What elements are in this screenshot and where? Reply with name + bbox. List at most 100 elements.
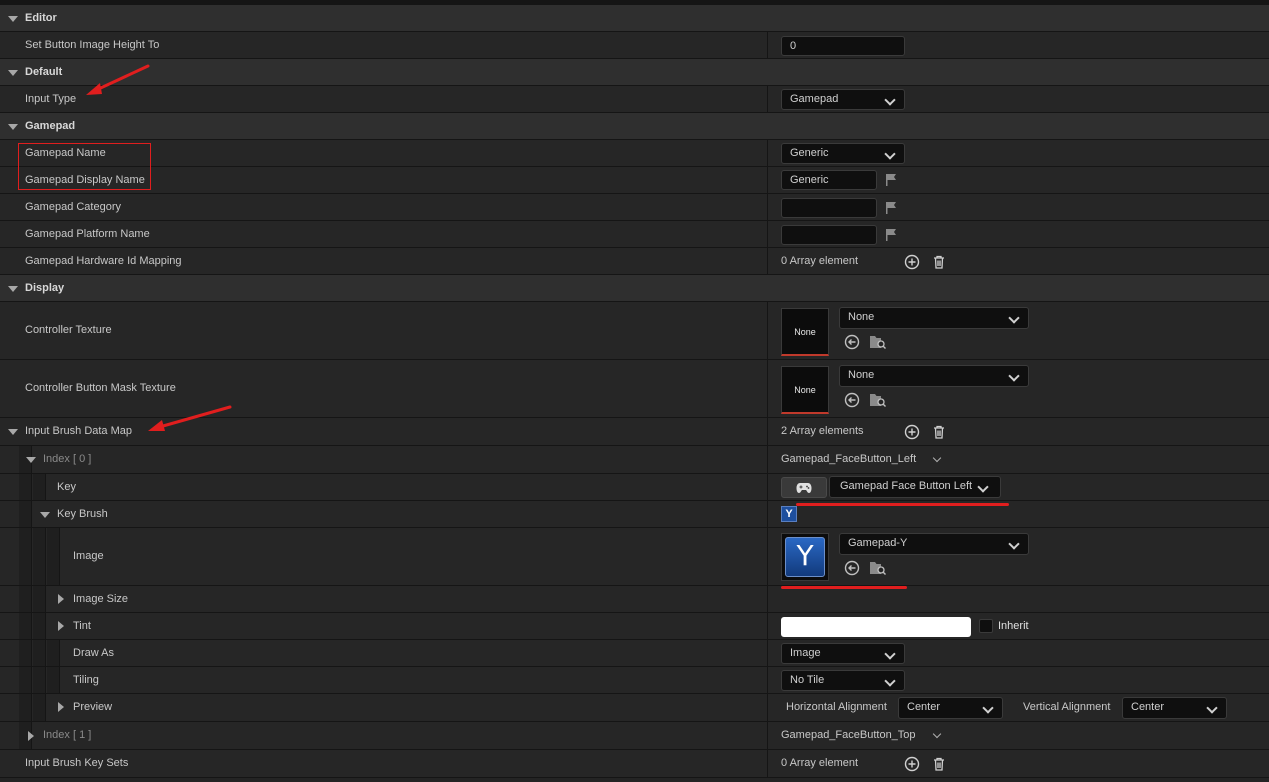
- expand-arrow-icon[interactable]: [8, 16, 18, 22]
- add-element-icon[interactable]: [904, 254, 920, 270]
- chevron-down-icon: [1008, 538, 1020, 550]
- gamepad-display-name-input[interactable]: Generic: [781, 170, 877, 190]
- expand-arrow-icon[interactable]: [8, 124, 18, 130]
- vertical-alignment-label: Vertical Alignment: [1023, 701, 1111, 713]
- dropdown-value: Image: [790, 647, 821, 659]
- browse-asset-icon[interactable]: [869, 392, 887, 408]
- browse-asset-icon[interactable]: [869, 334, 887, 350]
- map-entry-index-1[interactable]: Index [ 1 ] Gamepad_FaceButton_Top: [0, 722, 1269, 750]
- chevron-down-icon: [1206, 702, 1218, 714]
- category-gamepad[interactable]: Gamepad: [0, 113, 1269, 140]
- category-label: Editor: [25, 12, 57, 24]
- texture-thumbnail[interactable]: None: [781, 308, 829, 356]
- expand-arrow-icon[interactable]: [8, 70, 18, 76]
- image-thumbnail[interactable]: Y: [781, 533, 829, 581]
- localization-flag-icon[interactable]: [884, 201, 898, 215]
- prop-label: Draw As: [73, 647, 114, 659]
- prop-gamepad-hw-id-mapping: Gamepad Hardware Id Mapping 0 Array elem…: [0, 248, 1269, 275]
- prop-label: Key: [57, 481, 76, 493]
- chevron-down-icon[interactable]: [932, 453, 942, 463]
- tint-color-swatch[interactable]: [781, 617, 971, 637]
- category-label: Default: [25, 66, 63, 78]
- expand-arrow-icon[interactable]: [58, 594, 64, 604]
- expand-arrow-icon[interactable]: [26, 457, 36, 463]
- texture-thumbnail[interactable]: None: [781, 366, 829, 414]
- chevron-down-icon: [884, 648, 896, 660]
- chevron-down-icon: [1008, 312, 1020, 324]
- key-selector-button[interactable]: [781, 477, 827, 498]
- expand-arrow-icon[interactable]: [58, 621, 64, 631]
- gamepad-name-dropdown[interactable]: Generic: [781, 143, 905, 164]
- trash-icon[interactable]: [931, 254, 947, 270]
- category-default[interactable]: Default: [0, 59, 1269, 86]
- image-height-input[interactable]: 0: [781, 36, 905, 56]
- prop-preview[interactable]: Preview Horizontal Alignment Center Vert…: [0, 694, 1269, 722]
- use-selected-asset-icon[interactable]: [844, 334, 860, 350]
- category-editor[interactable]: Editor: [0, 5, 1269, 32]
- image-asset-dropdown[interactable]: Gamepad-Y: [839, 533, 1029, 555]
- draw-as-dropdown[interactable]: Image: [781, 643, 905, 664]
- localization-flag-icon[interactable]: [884, 228, 898, 242]
- array-count: 2 Array elements: [781, 425, 864, 437]
- prop-tint[interactable]: Tint Inherit: [0, 613, 1269, 640]
- dropdown-value: None: [848, 369, 875, 381]
- map-key-value[interactable]: Gamepad_FaceButton_Left: [781, 453, 916, 465]
- category-display[interactable]: Display: [0, 275, 1269, 302]
- prop-image: Image Y Gamepad-Y: [0, 528, 1269, 586]
- browse-asset-icon[interactable]: [869, 560, 887, 576]
- chevron-down-icon: [884, 675, 896, 687]
- prop-key-brush[interactable]: Key Brush Y: [0, 501, 1269, 528]
- prop-draw-as: Draw As Image: [0, 640, 1269, 667]
- localization-flag-icon[interactable]: [884, 173, 898, 187]
- expand-arrow-icon[interactable]: [40, 512, 50, 518]
- gamepad-platform-name-input[interactable]: [781, 225, 877, 245]
- map-key-value[interactable]: Gamepad_FaceButton_Top: [781, 729, 916, 741]
- trash-icon[interactable]: [931, 424, 947, 440]
- dropdown-value: Center: [907, 701, 941, 713]
- chevron-down-icon: [884, 148, 896, 160]
- prop-image-size[interactable]: Image Size: [0, 586, 1269, 613]
- dropdown-value: Gamepad: [790, 93, 839, 105]
- expand-arrow-icon[interactable]: [8, 286, 18, 292]
- prop-label: Gamepad Platform Name: [25, 228, 150, 240]
- index-label: Index [ 0 ]: [43, 453, 92, 465]
- use-selected-asset-icon[interactable]: [844, 560, 860, 576]
- vertical-alignment-dropdown[interactable]: Center: [1122, 697, 1227, 719]
- tiling-dropdown[interactable]: No Tile: [781, 670, 905, 691]
- dropdown-value: None: [848, 311, 875, 323]
- prop-label: Gamepad Hardware Id Mapping: [25, 255, 182, 267]
- add-element-icon[interactable]: [904, 756, 920, 772]
- chevron-down-icon: [1008, 370, 1020, 382]
- chevron-down-icon: [982, 702, 994, 714]
- category-label: Display: [25, 282, 65, 294]
- key-dropdown[interactable]: Gamepad Face Button Left: [829, 476, 1001, 498]
- dropdown-value: Gamepad Face Button Left: [840, 480, 973, 492]
- texture-asset-dropdown[interactable]: None: [839, 307, 1029, 329]
- expand-arrow-icon[interactable]: [28, 731, 34, 741]
- trash-icon[interactable]: [931, 756, 947, 772]
- texture-asset-dropdown[interactable]: None: [839, 365, 1029, 387]
- prop-label: Preview: [73, 701, 113, 713]
- use-selected-asset-icon[interactable]: [844, 392, 860, 408]
- brush-preview-badge: Y: [781, 506, 797, 522]
- dropdown-value: Gamepad-Y: [848, 537, 908, 549]
- gamepad-category-input[interactable]: [781, 198, 877, 218]
- map-entry-index-0[interactable]: Index [ 0 ] Gamepad_FaceButton_Left: [0, 446, 1269, 474]
- prop-label: Input Brush Key Sets: [25, 757, 129, 769]
- details-panel: Editor Set Button Image Height To 0 Defa…: [0, 0, 1269, 782]
- annotation-highlight-box: [18, 143, 151, 190]
- inherit-checkbox[interactable]: [979, 619, 993, 633]
- prop-gamepad-display-name: Gamepad Display Name Generic: [0, 167, 1269, 194]
- expand-arrow-icon[interactable]: [8, 429, 18, 435]
- input-type-dropdown[interactable]: Gamepad: [781, 89, 905, 110]
- expand-arrow-icon[interactable]: [58, 702, 64, 712]
- add-element-icon[interactable]: [904, 424, 920, 440]
- prop-label: Controller Texture: [25, 324, 112, 336]
- chevron-down-icon: [884, 94, 896, 106]
- chevron-down-icon[interactable]: [932, 729, 942, 739]
- horizontal-alignment-dropdown[interactable]: Center: [898, 697, 1003, 719]
- array-count: 0 Array element: [781, 757, 859, 769]
- prop-gamepad-platform-name: Gamepad Platform Name: [0, 221, 1269, 248]
- index-label: Index [ 1 ]: [43, 729, 92, 741]
- prop-tiling: Tiling No Tile: [0, 667, 1269, 694]
